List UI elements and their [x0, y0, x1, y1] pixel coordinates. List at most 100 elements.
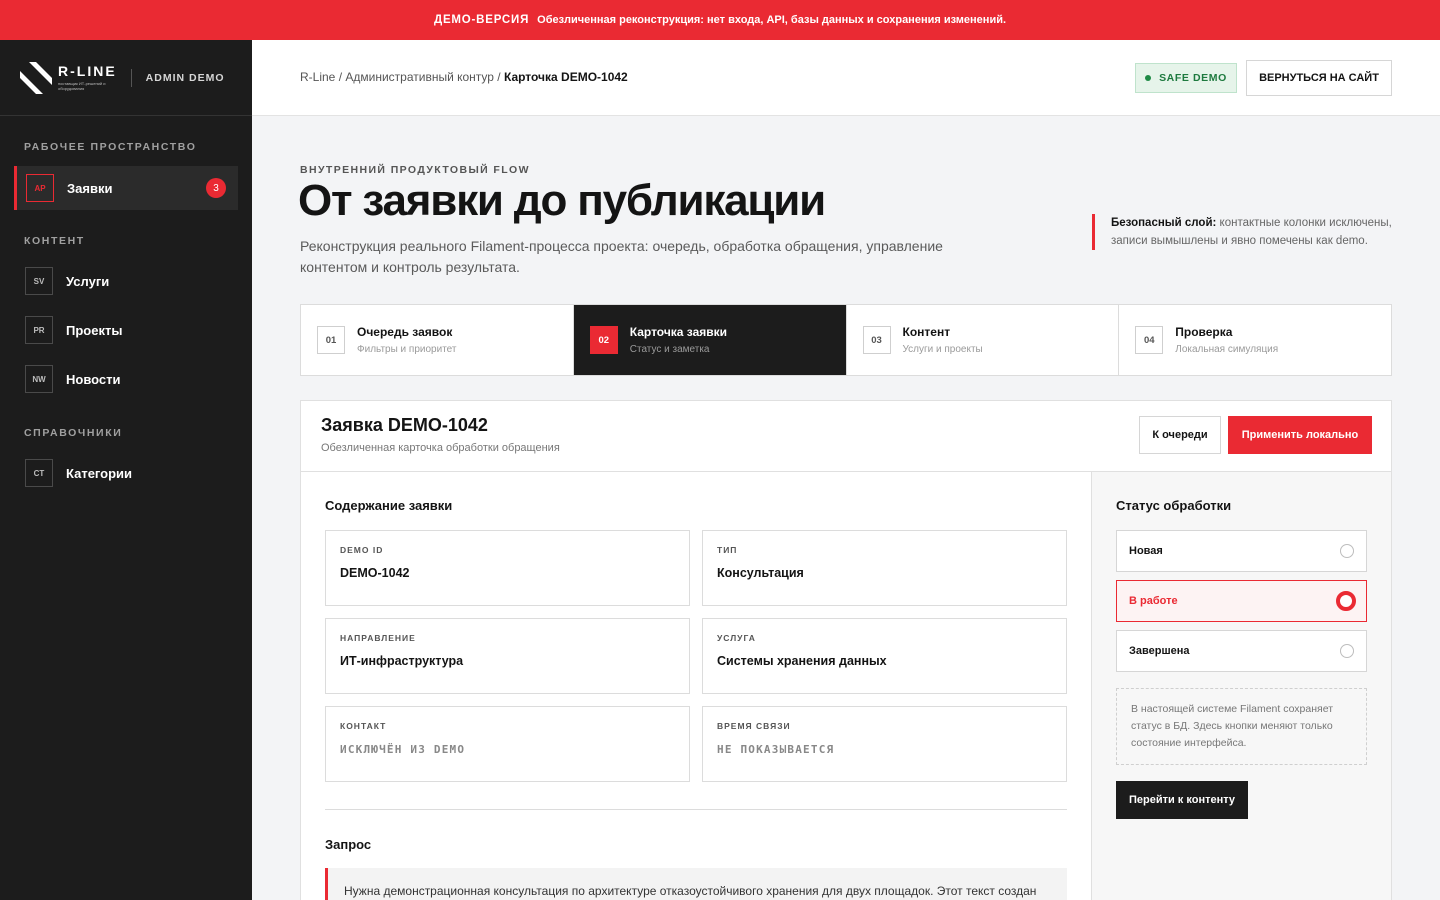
apply-locally-button[interactable]: Применить локально — [1228, 416, 1372, 454]
status-option-done[interactable]: Завершена — [1116, 630, 1367, 672]
nav-section-workspace: РАБОЧЕЕ ПРОСТРАНСТВО — [24, 141, 197, 153]
step-subtitle: Статус и заметка — [629, 344, 710, 355]
status-option-in-progress[interactable]: В работе — [1116, 580, 1367, 622]
status-note: В настоящей системе Filament сохраняет с… — [1116, 688, 1367, 765]
safe-demo-label: SAFE DEMO — [1159, 72, 1227, 84]
step-title: Контент — [902, 325, 951, 339]
to-queue-button[interactable]: К очереди — [1139, 416, 1221, 454]
field-value: Консультация — [717, 566, 804, 580]
nav-section-content: КОНТЕНТ — [24, 235, 85, 247]
field-contact: КОНТАКТ ИСКЛЮЧЁН ИЗ DEMO — [325, 706, 690, 782]
status-panel: Статус обработки Новая В работе Завершен… — [1091, 472, 1391, 900]
sidebar-item-services[interactable]: SV Услуги — [14, 259, 238, 303]
news-code-icon: NW — [25, 365, 53, 393]
field-value: DEMO-1042 — [340, 566, 410, 580]
step-check[interactable]: 04 Проверка Локальная симуляция — [1119, 305, 1391, 375]
card-title: Заявка DEMO-1042 — [321, 415, 488, 435]
request-content: Содержание заявки DEMO ID DEMO-1042 ТИП … — [301, 472, 1091, 900]
field-value: НЕ ПОКАЗЫВАЕТСЯ — [717, 743, 835, 756]
sidebar-item-news[interactable]: NW Новости — [14, 357, 238, 401]
step-subtitle: Фильтры и приоритет — [357, 344, 457, 355]
section-divider — [325, 809, 1067, 810]
step-request-card[interactable]: 02 Карточка заявки Статус и заметка — [573, 305, 847, 375]
step-number: 03 — [862, 326, 891, 354]
field-value: ИСКЛЮЧЁН ИЗ DEMO — [340, 743, 466, 756]
page-title: От заявки до публикации — [298, 176, 826, 225]
status-dot-icon — [1145, 75, 1152, 81]
field-contact-time: ВРЕМЯ СВЯЗИ НЕ ПОКАЗЫВАЕТСЯ — [702, 706, 1067, 782]
step-queue[interactable]: 01 Очередь заявок Фильтры и приоритет — [301, 305, 574, 375]
page-description: Реконструкция реального Filament-процесс… — [300, 238, 943, 275]
radio-icon — [1340, 644, 1354, 658]
brand-name: R-LINE — [58, 63, 117, 79]
categories-code-icon: CT — [25, 459, 53, 487]
field-label: DEMO ID — [340, 545, 384, 555]
status-option-label: В работе — [1129, 595, 1178, 607]
step-content[interactable]: 03 Контент Услуги и проекты — [847, 305, 1120, 375]
breadcrumb-root-link[interactable]: R-Line — [300, 70, 335, 84]
breadcrumb-separator: / — [493, 70, 504, 84]
projects-code-icon: PR — [25, 316, 53, 344]
breadcrumb-admin-link[interactable]: Административный контур — [345, 70, 494, 84]
step-subtitle: Локальная симуляция — [1175, 344, 1279, 355]
sidebar-item-label: Новости — [66, 371, 121, 387]
status-option-label: Завершена — [1129, 645, 1190, 657]
request-heading: Запрос — [325, 837, 372, 852]
field-type: ТИП Консультация — [702, 530, 1067, 606]
content-heading: Содержание заявки — [325, 498, 453, 513]
topbar: R-Line / Административный контур / Карто… — [252, 40, 1440, 116]
r-line-logo-icon — [20, 61, 52, 94]
card-subtitle: Обезличенная карточка обработки обращени… — [321, 442, 560, 454]
breadcrumb-current: Карточка DEMO-1042 — [503, 70, 628, 84]
field-value: ИТ-инфраструктура — [340, 654, 464, 668]
services-code-icon: SV — [25, 267, 53, 295]
step-title: Карточка заявки — [629, 325, 728, 339]
step-number: 02 — [589, 326, 618, 354]
requests-code-icon: AP — [26, 174, 54, 202]
sidebar-item-label: Проекты — [66, 322, 123, 338]
radio-selected-icon — [1336, 591, 1356, 611]
status-option-label: Новая — [1129, 545, 1163, 557]
status-option-new[interactable]: Новая — [1116, 530, 1367, 572]
field-label: КОНТАКТ — [340, 721, 387, 731]
step-number: 04 — [1135, 326, 1164, 354]
sidebar-item-label: Категории — [66, 465, 133, 481]
sidebar-item-requests[interactable]: AP Заявки 3 — [14, 166, 238, 210]
demo-banner-text: Обезличенная реконструкция: нет входа, A… — [537, 14, 1007, 26]
step-title: Очередь заявок — [357, 325, 453, 339]
status-heading: Статус обработки — [1116, 498, 1232, 513]
breadcrumb: R-Line / Административный контур / Карто… — [300, 70, 628, 84]
radio-icon — [1340, 544, 1354, 558]
back-to-site-button[interactable]: ВЕРНУТЬСЯ НА САЙТ — [1246, 60, 1392, 96]
safe-demo-badge: SAFE DEMO — [1135, 63, 1237, 93]
field-direction: НАПРАВЛЕНИЕ ИТ-инфраструктура — [325, 618, 690, 694]
field-label: УСЛУГА — [717, 633, 756, 643]
step-title: Проверка — [1175, 325, 1233, 339]
sidebar: R-LINE поставщик ИТ-решений и оборудован… — [0, 40, 252, 900]
field-label: ВРЕМЯ СВЯЗИ — [717, 721, 791, 731]
brand-tagline: поставщик ИТ-решений и оборудования — [58, 81, 106, 91]
sidebar-item-label: Услуги — [66, 273, 110, 289]
nav-section-references: СПРАВОЧНИКИ — [24, 427, 123, 439]
page-eyebrow: ВНУТРЕННИЙ ПРОДУКТОВЫЙ FLOW — [300, 164, 530, 176]
sidebar-item-label: Заявки — [67, 180, 113, 196]
brand-divider — [130, 68, 132, 87]
field-value: Системы хранения данных — [717, 654, 887, 668]
field-label: НАПРАВЛЕНИЕ — [340, 633, 416, 643]
admin-label: ADMIN DEMO — [145, 71, 225, 84]
request-card: Заявка DEMO-1042 Обезличенная карточка о… — [300, 400, 1392, 900]
sidebar-item-categories[interactable]: CT Категории — [14, 451, 238, 495]
card-header: Заявка DEMO-1042 Обезличенная карточка о… — [301, 401, 1391, 472]
safety-note-title: Безопасный слой: — [1111, 217, 1217, 229]
requests-count-badge: 3 — [206, 178, 226, 198]
field-demo-id: DEMO ID DEMO-1042 — [325, 530, 690, 606]
field-label: ТИП — [717, 545, 738, 555]
go-to-content-button[interactable]: Перейти к контенту — [1116, 781, 1248, 819]
flow-steps: 01 Очередь заявок Фильтры и приоритет 02… — [300, 304, 1392, 376]
step-subtitle: Услуги и проекты — [902, 344, 983, 355]
sidebar-item-projects[interactable]: PR Проекты — [14, 308, 238, 352]
demo-banner: ДЕМО-ВЕРСИЯ Обезличенная реконструкция: … — [0, 0, 1440, 40]
step-number: 01 — [317, 326, 345, 354]
request-text: Нужна демонстрационная консультация по а… — [325, 868, 1067, 900]
demo-tag: ДЕМО-ВЕРСИЯ — [433, 14, 530, 26]
